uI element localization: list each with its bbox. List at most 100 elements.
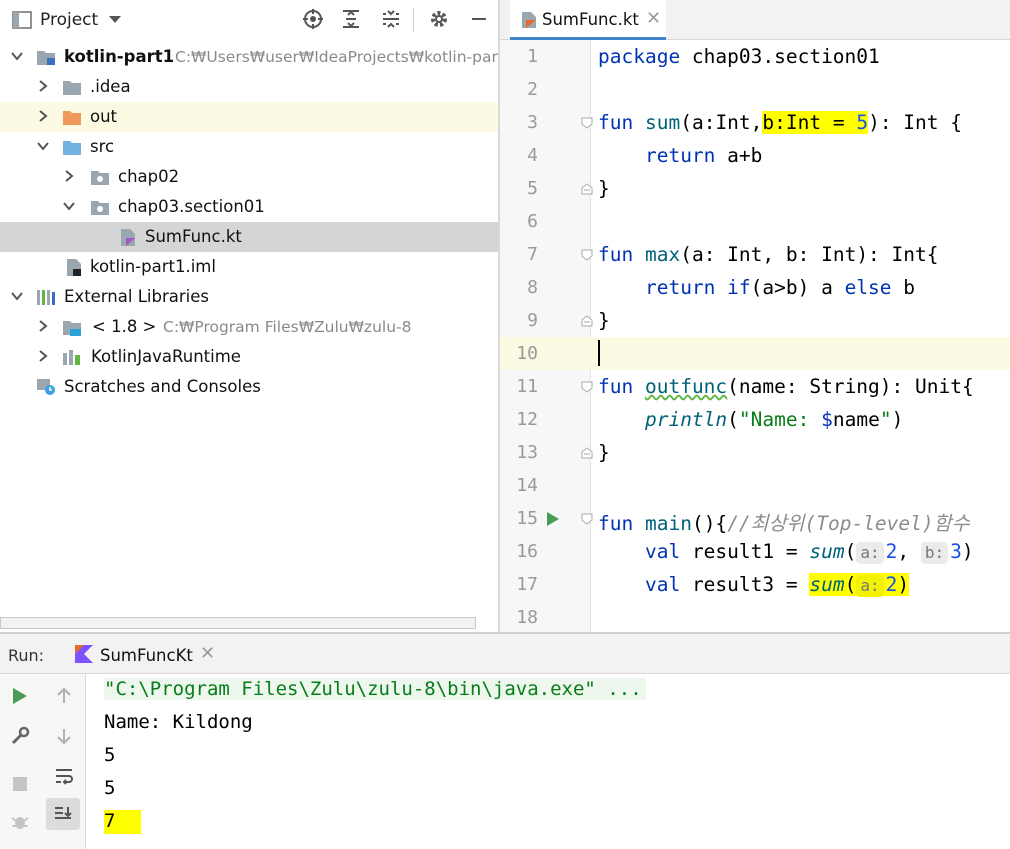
chevron-down-icon[interactable] xyxy=(62,199,76,213)
project-panel-header: Project xyxy=(0,0,498,40)
console-line: "C:\Program Files\Zulu\zulu-8\bin\java.e… xyxy=(104,678,646,700)
line-number: 8 xyxy=(527,277,538,298)
fold-icon[interactable] xyxy=(581,249,593,261)
tree-item-jdk[interactable]: < 1.8 > C:₩Program Files₩Zulu₩zulu-8 xyxy=(0,312,498,342)
locate-icon[interactable] xyxy=(302,8,324,30)
library-icon xyxy=(37,290,55,305)
code-line-13: } xyxy=(598,441,610,464)
stop-icon[interactable] xyxy=(6,770,34,798)
code-line-11: fun outfunc(name: String): Unit{ xyxy=(598,375,974,398)
chevron-down-icon[interactable] xyxy=(10,49,24,63)
tree-item-kotlin-part1[interactable]: kotlin-part1 C:₩Users₩user₩IdeaProjects₩… xyxy=(0,42,498,72)
tree-item-label: out xyxy=(90,107,118,126)
close-icon[interactable]: ✕ xyxy=(646,8,661,29)
tree-item-iml[interactable]: kotlin-part1.iml xyxy=(0,252,498,282)
code-line-16: val result1 = sum(a: 2, b: 3) xyxy=(644,540,974,564)
tree-item-chap03-section01[interactable]: chap03.section01 xyxy=(0,192,498,222)
line-number: 13 xyxy=(516,442,538,463)
chevron-down-icon[interactable] xyxy=(10,289,24,303)
tree-item-sumfunc-kt[interactable]: SumFunc.kt xyxy=(0,222,498,252)
tree-item-src[interactable]: src xyxy=(0,132,498,162)
highlight-sum-call: sum(a: 2) xyxy=(809,573,910,597)
arrow-down-icon[interactable] xyxy=(50,722,78,750)
fold-icon[interactable] xyxy=(581,315,593,327)
debug-icon[interactable] xyxy=(6,808,34,836)
arrow-up-icon[interactable] xyxy=(50,682,78,710)
chevron-right-icon[interactable] xyxy=(62,169,76,183)
fold-icon[interactable] xyxy=(581,447,593,459)
soft-wrap-icon[interactable] xyxy=(50,762,78,790)
line-number: 5 xyxy=(527,178,538,199)
line-number: 17 xyxy=(516,574,538,595)
code-line-17: val result3 = sum(a: 2) xyxy=(644,573,910,597)
project-panel-title[interactable]: Project xyxy=(40,10,98,30)
code-line-7: fun max(a: Int, b: Int): Int{ xyxy=(598,243,939,266)
tab-sumfunc-kt[interactable]: SumFunc.kt ✕ xyxy=(510,0,666,40)
highlight-default-param: b:Int = 5 xyxy=(762,111,869,134)
fold-icon[interactable] xyxy=(581,381,593,393)
code-line-4: return a+b xyxy=(644,144,763,167)
module-folder-icon xyxy=(37,51,55,65)
text-caret xyxy=(598,340,600,366)
scratches-icon xyxy=(37,379,55,395)
tree-item-external-libraries[interactable]: External Libraries xyxy=(0,282,498,312)
library-icon xyxy=(63,350,80,365)
chevron-right-icon[interactable] xyxy=(36,79,50,93)
run-gutter-icon[interactable] xyxy=(546,511,560,527)
collapse-all-icon[interactable] xyxy=(380,8,402,30)
run-label: Run: xyxy=(8,646,45,665)
chevron-down-icon[interactable] xyxy=(36,139,50,153)
project-panel: Project kotlin-part1 C:₩Users₩user₩IdeaP… xyxy=(0,0,498,632)
tree-item-label: .idea xyxy=(90,77,131,96)
line-number: 2 xyxy=(527,79,538,100)
chevron-right-icon[interactable] xyxy=(36,109,50,123)
wrench-icon[interactable] xyxy=(6,722,34,750)
tree-item-scratches[interactable]: Scratches and Consoles xyxy=(0,372,498,402)
code-line-15: fun main(){//최상위(Top-level)함수 xyxy=(598,512,970,535)
console-line: 5 xyxy=(104,777,116,799)
tree-item-kotlin-runtime[interactable]: KotlinJavaRuntime xyxy=(0,342,498,372)
tree-item-label: < 1.8 > xyxy=(92,317,157,336)
tree-item-label: src xyxy=(90,137,115,156)
gear-icon[interactable] xyxy=(428,8,450,30)
tree-item-out[interactable]: out xyxy=(0,102,498,132)
tree-item-label: chap02 xyxy=(118,167,180,186)
tree-item-label: chap03.section01 xyxy=(118,197,265,216)
editor-tab-bar: SumFunc.kt ✕ xyxy=(500,0,1010,40)
hide-panel-icon[interactable] xyxy=(468,8,490,30)
horizontal-scrollbar[interactable] xyxy=(0,617,476,629)
tree-item-idea[interactable]: .idea xyxy=(0,72,498,102)
chevron-down-icon[interactable] xyxy=(108,15,122,25)
run-tab-label: SumFuncKt xyxy=(100,646,193,665)
line-number: 4 xyxy=(527,145,538,166)
scroll-to-end-icon[interactable] xyxy=(46,798,80,830)
package-icon xyxy=(91,171,109,185)
tree-item-path: C:₩Users₩user₩IdeaProjects₩kotlin-part1 xyxy=(175,48,498,66)
console-line: 5 xyxy=(104,744,116,766)
fold-icon[interactable] xyxy=(581,117,593,129)
tree-item-chap02[interactable]: chap02 xyxy=(0,162,498,192)
line-number: 18 xyxy=(516,607,538,628)
kotlin-file-icon xyxy=(121,229,135,246)
tab-run-sumfunckt[interactable]: SumFuncKt ✕ xyxy=(64,634,224,674)
current-line-highlight xyxy=(500,337,1010,370)
param-hint: a: xyxy=(856,542,884,564)
tree-item-label: KotlinJavaRuntime xyxy=(91,347,241,366)
expand-all-icon[interactable] xyxy=(340,8,362,30)
rerun-icon[interactable] xyxy=(6,682,34,710)
iml-file-icon xyxy=(67,259,81,276)
line-number: 1 xyxy=(527,46,538,67)
line-number: 15 xyxy=(516,508,538,529)
console-output[interactable] xyxy=(87,674,1010,849)
tree-item-label: Scratches and Consoles xyxy=(64,377,261,396)
close-icon[interactable]: ✕ xyxy=(200,643,215,664)
chevron-right-icon[interactable] xyxy=(36,349,50,363)
fold-icon[interactable] xyxy=(581,513,593,525)
code-line-1: package chap03.section01 xyxy=(598,45,880,68)
folder-icon xyxy=(63,81,81,95)
source-folder-icon xyxy=(63,141,81,155)
chevron-right-icon[interactable] xyxy=(36,319,50,333)
fold-icon[interactable] xyxy=(581,183,593,195)
code-line-5: } xyxy=(598,177,610,200)
run-toolbar xyxy=(0,674,86,849)
